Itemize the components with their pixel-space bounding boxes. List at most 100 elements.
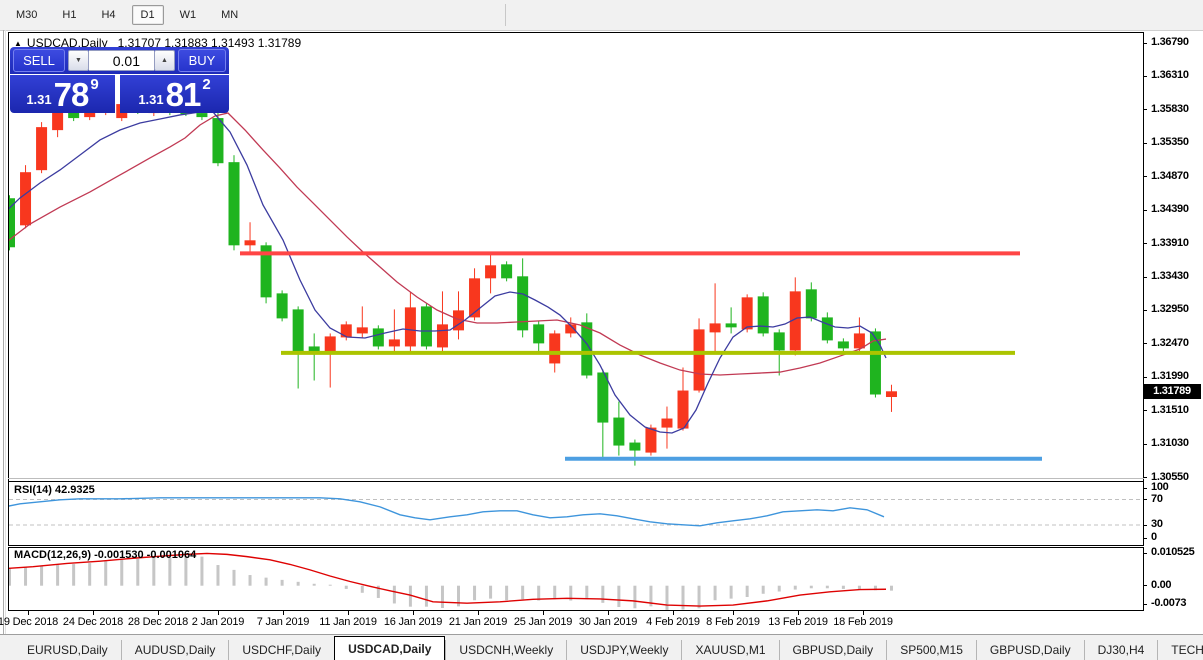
sell-price-display[interactable]: 1.31 78 9 (10, 75, 115, 113)
macd-axis-label-tick (1143, 604, 1147, 605)
candle-body (245, 240, 256, 245)
price-axis-label-tick (1143, 477, 1147, 478)
candle-body (389, 339, 400, 346)
tab-eurusd-daily[interactable]: EURUSD,Daily (14, 640, 121, 660)
rsi-indicator-pane[interactable] (8, 481, 1144, 546)
volume-increase-icon[interactable]: ▲ (154, 50, 175, 71)
macd-axis-label: 0.010525 (1151, 546, 1194, 558)
candle-body (758, 296, 769, 333)
timeframe-button-w1[interactable]: W1 (171, 5, 206, 25)
candle-body (549, 333, 560, 363)
mt4-window: M30H1H4D1W1MN ▲USDCAD,Daily1.31707 1.318… (0, 0, 1203, 660)
price-axis-label: 1.33910 (1151, 237, 1189, 249)
price-axis-label-tick (1143, 143, 1147, 144)
rsi-indicator-label: RSI(14) 42.9325 (14, 484, 95, 496)
price-axis-label-tick (1143, 410, 1147, 411)
candle-body (325, 336, 336, 353)
chart-tab-bar: EURUSD,DailyAUDUSD,DailyUSDCHF,DailyUSDC… (0, 634, 1203, 660)
rsi-axis-label: 70 (1151, 493, 1163, 505)
macd-axis-label: 0.00 (1151, 579, 1171, 591)
date-axis[interactable]: 19 Dec 201824 Dec 201828 Dec 20182 Jan 2… (0, 611, 1203, 633)
rsi-axis-label: 30 (1151, 518, 1163, 530)
candle-body (838, 341, 849, 348)
macd-axis-label: -0.0073 (1151, 597, 1186, 609)
macd-indicator-label: MACD(12,26,9) -0.001530 -0.001064 (14, 549, 196, 561)
buy-price-display[interactable]: 1.31 81 2 (120, 75, 229, 113)
rsi-axis-label-tick (1143, 538, 1147, 539)
candle-body (341, 324, 352, 337)
price-axis-label-tick (1143, 377, 1147, 378)
rsi-axis-label: 0 (1151, 531, 1157, 543)
tab-dj30-h4[interactable]: DJ30,H4 (1084, 640, 1158, 660)
rsi-axis-label-tick (1143, 488, 1147, 489)
price-axis-label-tick (1143, 43, 1147, 44)
candle-body (822, 317, 833, 340)
rsi-axis-label: 100 (1151, 481, 1168, 493)
volume-decrease-icon[interactable]: ▼ (68, 50, 89, 71)
candle-body (694, 329, 705, 390)
price-axis-label-tick (1143, 310, 1147, 311)
price-axis-label-tick (1143, 243, 1147, 244)
candle-body (629, 443, 640, 451)
pane-splitter[interactable] (8, 478, 1144, 479)
candle-body (373, 328, 384, 346)
toolbar-separator (505, 4, 506, 26)
timeframe-button-m30[interactable]: M30 (7, 5, 46, 25)
candle-body (212, 118, 223, 163)
buy-button[interactable]: BUY (178, 49, 226, 72)
price-axis-label-tick (1143, 76, 1147, 77)
macd-axis-label-tick (1143, 585, 1147, 586)
window-left-edge-highlight (5, 30, 6, 634)
candle-body (726, 323, 737, 327)
fast-ma-line (9, 112, 886, 433)
sell-price-pip: 9 (90, 76, 98, 93)
macd-axis-label-tick (1143, 553, 1147, 554)
timeframe-button-h4[interactable]: H4 (92, 5, 124, 25)
timeframe-button-d1[interactable]: D1 (132, 5, 164, 25)
candle-body (501, 264, 512, 278)
candle-body (437, 324, 448, 347)
sell-button[interactable]: SELL (13, 49, 65, 72)
tab-usdcnh-weekly[interactable]: USDCNH,Weekly (445, 640, 566, 660)
price-axis-label-tick (1143, 210, 1147, 211)
tab-xauusd-m1[interactable]: XAUUSD,M1 (681, 640, 778, 660)
tab-sp500-m15[interactable]: SP500,M15 (886, 640, 976, 660)
price-axis-label: 1.35830 (1151, 103, 1189, 115)
tab-tech10[interactable]: TECH10 (1157, 640, 1203, 660)
tab-gbpusd-daily[interactable]: GBPUSD,Daily (779, 640, 887, 660)
timeframe-button-h1[interactable]: H1 (53, 5, 85, 25)
window-left-edge (3, 30, 4, 634)
candle-body (742, 297, 753, 329)
candle-body (597, 372, 608, 422)
rsi-line (9, 498, 884, 526)
volume-input[interactable]: 0.01 (89, 50, 154, 71)
date-tick (93, 611, 94, 615)
sell-price-prefix: 1.31 (26, 92, 51, 107)
tab-usdjpy-weekly[interactable]: USDJPY,Weekly (566, 640, 681, 660)
timeframe-button-mn[interactable]: MN (212, 5, 247, 25)
candle-body (421, 306, 432, 346)
sell-price-big: 78 (54, 78, 89, 111)
price-axis-label-tick (1143, 176, 1147, 177)
candle-body (613, 418, 624, 446)
price-axis-label: 1.34870 (1151, 170, 1189, 182)
price-axis-label-tick (1143, 343, 1147, 344)
one-click-trading-panel: SELL ▼ 0.01 ▲ BUY 1.31 78 9 1.31 81 2 (10, 47, 229, 113)
price-axis-label: 1.34390 (1151, 203, 1189, 215)
tab-gbpusd-daily[interactable]: GBPUSD,Daily (976, 640, 1084, 660)
candle-body (854, 333, 865, 348)
price-axis-label: 1.33430 (1151, 270, 1189, 282)
date-tick (863, 611, 864, 615)
candle-body (661, 419, 672, 428)
candle-body (357, 327, 368, 333)
candle-body (20, 172, 31, 225)
tab-usdcad-daily[interactable]: USDCAD,Daily (334, 636, 445, 660)
buy-price-big: 81 (166, 78, 201, 111)
candle-body (485, 265, 496, 278)
candle-body (52, 110, 63, 130)
price-axis-label-tick (1143, 109, 1147, 110)
tab-audusd-daily[interactable]: AUDUSD,Daily (121, 640, 229, 660)
price-axis[interactable]: 1.31789 1.367901.363101.358301.353501.34… (1143, 32, 1203, 632)
candle-body (886, 391, 897, 397)
tab-usdchf-daily[interactable]: USDCHF,Daily (228, 640, 334, 660)
